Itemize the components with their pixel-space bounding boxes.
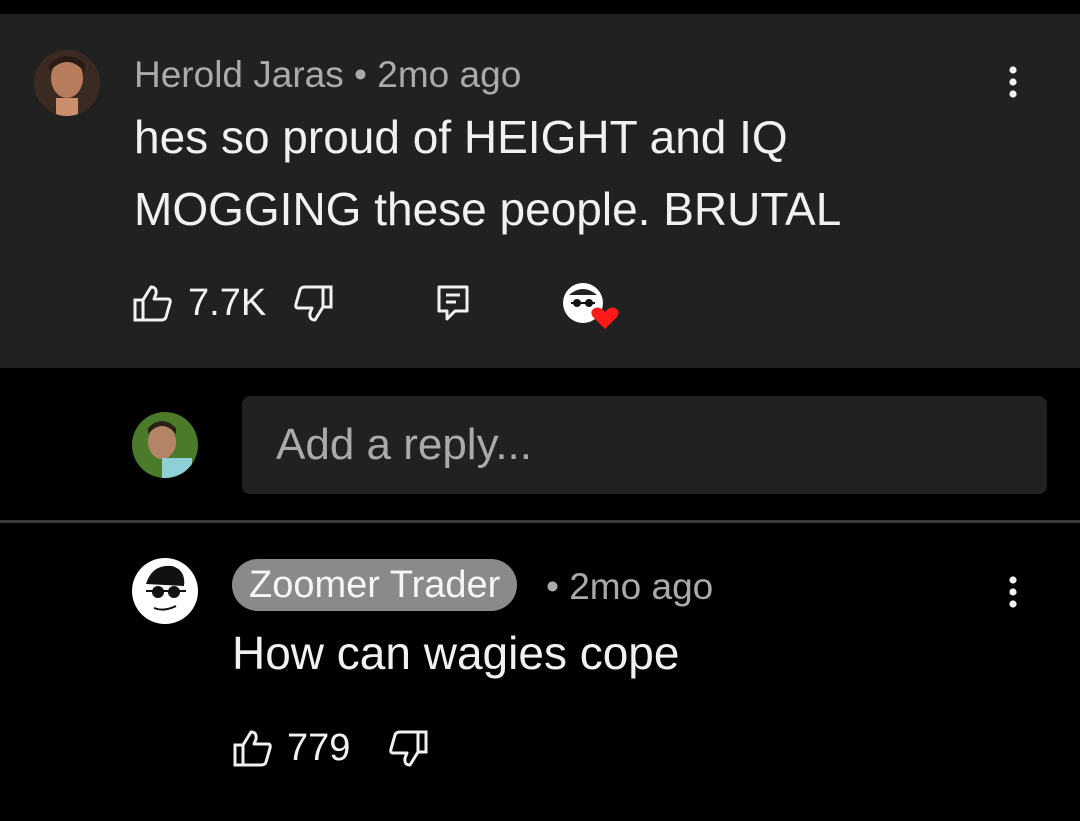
reply-author-chip[interactable]: Zoomer Trader	[232, 559, 518, 611]
more-vert-icon[interactable]	[1003, 64, 1023, 104]
reply-text: How can wagies cope	[232, 627, 680, 679]
thumbs-up-icon[interactable]	[233, 729, 273, 767]
add-reply-input[interactable]: Add a reply...	[242, 396, 1047, 494]
reply-like-count: 779	[287, 727, 351, 769]
like-count: 7.7K	[188, 282, 267, 324]
creator-heart-icon	[561, 281, 623, 331]
current-user-avatar[interactable]	[132, 412, 198, 478]
reply-icon[interactable]	[437, 285, 469, 321]
reply-time: • 2mo ago	[546, 566, 714, 607]
thumbs-up-icon[interactable]	[133, 284, 173, 322]
comment-time: • 2mo ago	[354, 54, 522, 95]
comment-text: hes so proud of HEIGHT and IQ MOGGING th…	[134, 101, 841, 245]
comment-author[interactable]: Herold Jaras	[134, 54, 344, 95]
more-vert-icon[interactable]	[1003, 574, 1023, 614]
thumbs-down-icon[interactable]	[388, 730, 428, 768]
thumbs-down-icon[interactable]	[293, 285, 333, 323]
commenter-avatar[interactable]	[34, 50, 100, 116]
reply-author-avatar[interactable]	[132, 558, 198, 624]
comment-meta: Herold Jaras • 2mo ago	[134, 54, 521, 96]
comment-text-line: hes so proud of HEIGHT and IQ	[134, 111, 788, 163]
divider	[0, 520, 1080, 523]
comment-text-line: MOGGING these people. BRUTAL	[134, 183, 842, 235]
